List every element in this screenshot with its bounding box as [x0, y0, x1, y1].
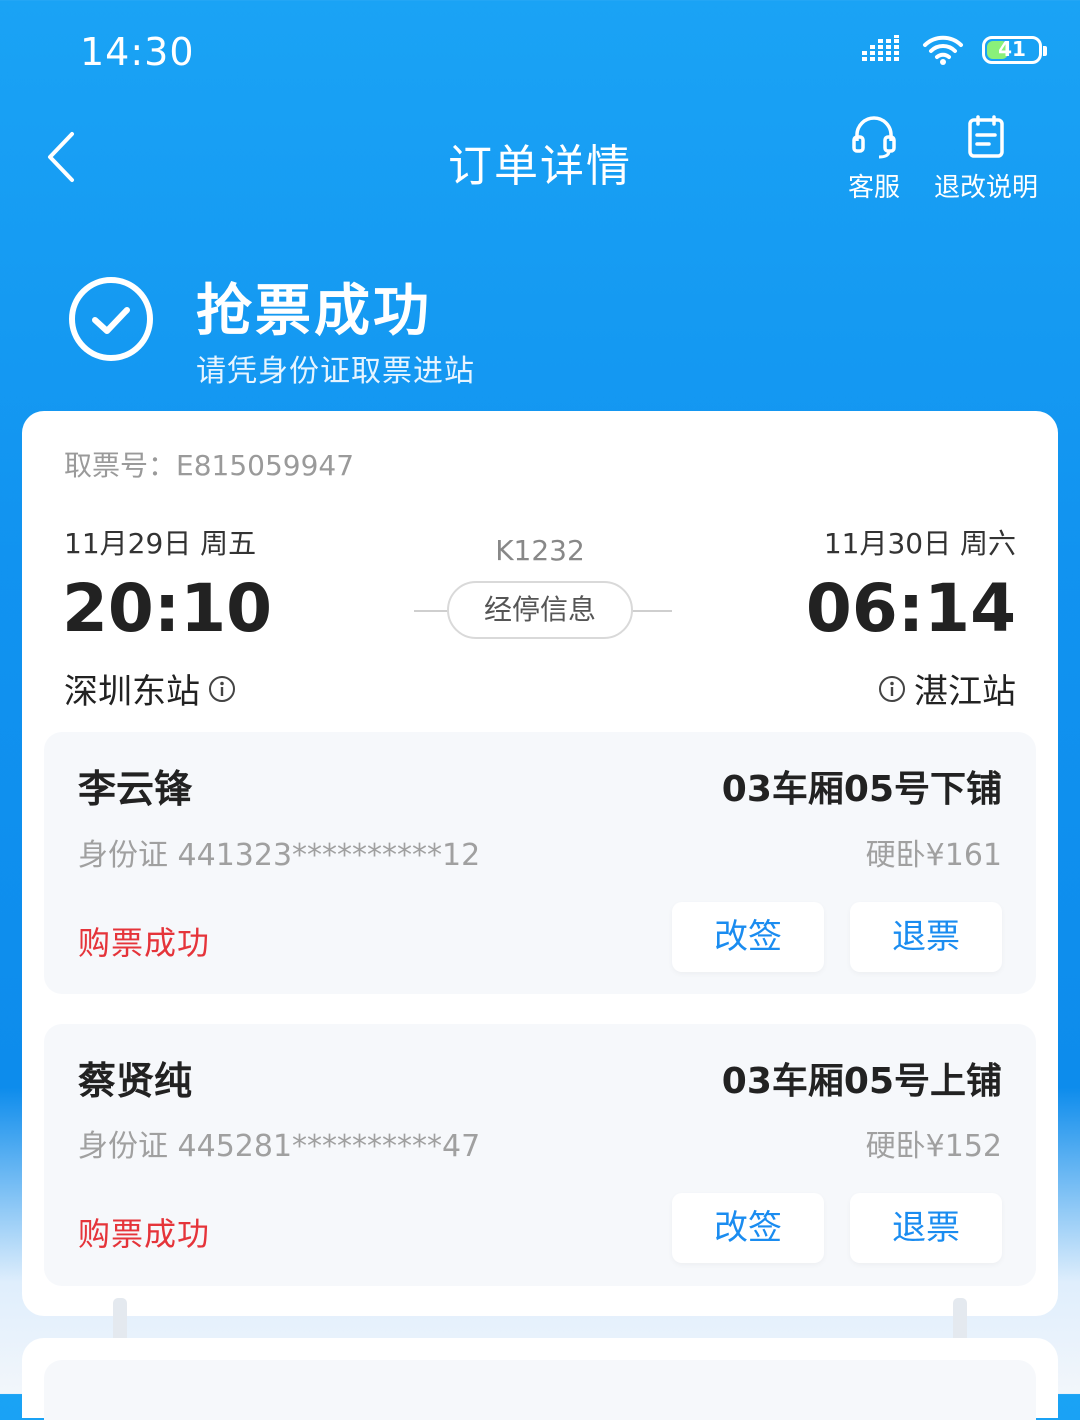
next-card-panel [44, 1360, 1036, 1420]
success-title: 抢票成功 [196, 279, 432, 344]
arrival-station-name: 湛江站 [914, 672, 1016, 712]
ticket-status: 购票成功 [78, 924, 211, 962]
customer-service-button[interactable]: 客服 [848, 115, 900, 204]
status-time: 14:30 [80, 30, 195, 74]
passenger-id: 身份证 441323**********12 [78, 838, 481, 873]
document-icon [968, 115, 1004, 158]
passenger-name: 蔡贤纯 [78, 1059, 193, 1103]
change-ticket-button[interactable]: 改签 [672, 902, 824, 972]
refund-rules-button[interactable]: 退改说明 [934, 115, 1038, 204]
battery-percent: 41 [998, 37, 1026, 61]
arrival-time: 06:14 [805, 570, 1016, 647]
departure-time: 20:10 [62, 570, 273, 647]
ticket-status: 购票成功 [78, 1215, 211, 1253]
passenger-seat: 03车厢05号上铺 [721, 1061, 1002, 1102]
change-ticket-button[interactable]: 改签 [672, 1193, 824, 1263]
check-circle-icon [68, 276, 154, 362]
info-icon [209, 675, 235, 702]
departure-station-name: 深圳东站 [64, 672, 200, 712]
route-line-left [414, 610, 448, 612]
ticket-price: 硬卧¥161 [865, 838, 1002, 873]
success-subtitle: 请凭身份证取票进站 [196, 354, 475, 389]
ticket-price: 硬卧¥152 [865, 1129, 1002, 1164]
battery-icon: 41 [982, 36, 1047, 64]
route-line-right [632, 610, 672, 612]
signal-icon [862, 35, 899, 61]
arrival-station[interactable]: 湛江站 [878, 664, 1016, 713]
stops-info-button[interactable]: 经停信息 [447, 581, 633, 639]
refund-ticket-button[interactable]: 退票 [850, 1193, 1002, 1263]
train-number: K1232 [495, 534, 585, 567]
headset-icon [852, 116, 896, 159]
refund-rules-label: 退改说明 [934, 173, 1039, 203]
customer-service-label: 客服 [848, 173, 901, 203]
passenger-seat: 03车厢05号下铺 [721, 769, 1002, 810]
status-icons: 41 [862, 30, 1047, 70]
departure-station[interactable]: 深圳东站 [64, 664, 236, 713]
info-icon [879, 675, 905, 702]
pickup-number: 取票号：E815059947 [64, 449, 355, 482]
page-title: 订单详情 [448, 141, 632, 192]
wifi-icon [923, 35, 963, 65]
passenger-id: 身份证 445281**********47 [78, 1129, 481, 1164]
refund-ticket-button[interactable]: 退票 [850, 902, 1002, 972]
passenger-name: 李云锋 [78, 767, 193, 811]
